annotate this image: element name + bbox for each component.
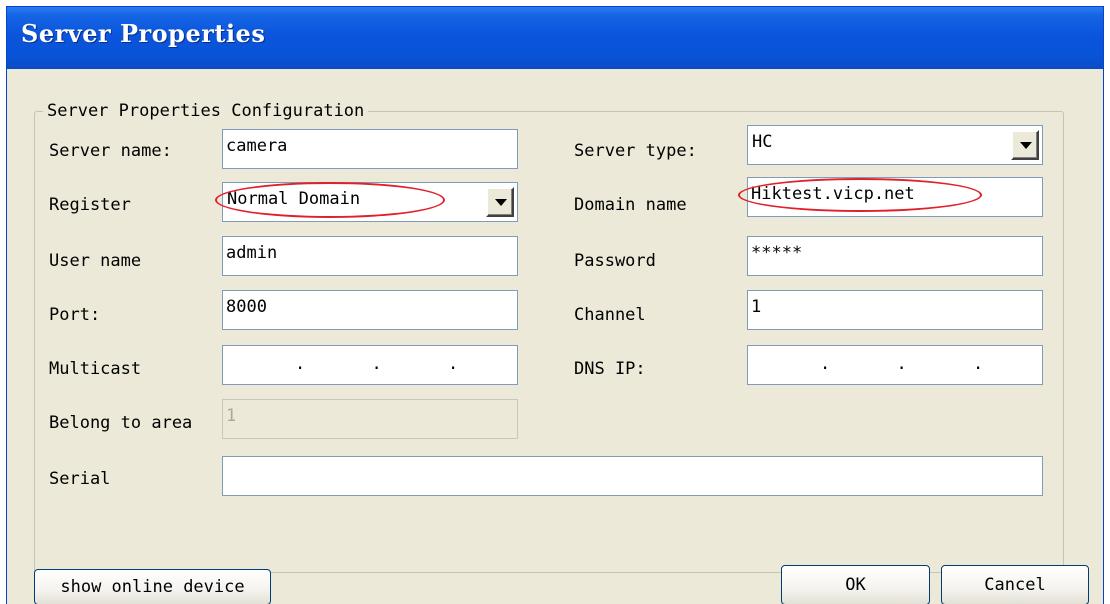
user-name-label: User name — [49, 251, 142, 271]
serial-input[interactable] — [222, 456, 1043, 496]
register-label: Register — [49, 195, 131, 215]
dns-ip-input[interactable]: . . . — [747, 345, 1043, 385]
register-select[interactable]: Normal Domain — [222, 182, 518, 222]
serial-label: Serial — [49, 469, 111, 489]
server-type-select[interactable]: HC — [747, 125, 1043, 165]
password-label: Password — [574, 251, 656, 271]
user-name-input[interactable]: admin — [222, 236, 518, 276]
multicast-label: Multicast — [49, 359, 142, 379]
server-type-value: HC — [752, 132, 773, 152]
server-type-label: Server type: — [574, 141, 697, 161]
dns-ip-dots: . . . — [820, 354, 1012, 374]
port-label: Port: — [49, 305, 101, 325]
register-value: Normal Domain — [227, 189, 361, 209]
server-name-input[interactable]: camera — [222, 129, 518, 169]
chevron-down-icon[interactable] — [486, 187, 514, 217]
domain-name-input[interactable]: Hiktest.vicp.net — [747, 177, 1043, 217]
dialog-content: Server Properties Configuration Server n… — [7, 69, 1103, 604]
ok-button[interactable]: OK — [781, 565, 930, 604]
server-properties-dialog: Server Properties Server Properties Conf… — [6, 6, 1104, 604]
belong-to-area-input: 1 — [222, 399, 518, 439]
dns-ip-label: DNS IP: — [574, 359, 646, 379]
config-group: Server Properties Configuration — [34, 101, 1064, 573]
config-group-legend: Server Properties Configuration — [47, 101, 365, 121]
show-online-device-button[interactable]: show online device — [34, 569, 271, 604]
chevron-down-icon[interactable] — [1011, 130, 1039, 160]
channel-input[interactable]: 1 — [747, 290, 1043, 330]
window-title: Server Properties — [21, 19, 266, 48]
belong-to-area-label: Belong to area — [49, 413, 193, 433]
multicast-ip-input[interactable]: . . . — [222, 345, 518, 385]
channel-label: Channel — [574, 305, 646, 325]
multicast-ip-dots: . . . — [295, 354, 487, 374]
domain-name-label: Domain name — [574, 195, 687, 215]
port-input[interactable]: 8000 — [222, 290, 518, 330]
server-name-label: Server name: — [49, 141, 172, 161]
title-bar[interactable]: Server Properties — [7, 7, 1103, 69]
password-input[interactable]: ***** — [747, 236, 1043, 276]
cancel-button[interactable]: Cancel — [941, 565, 1089, 604]
